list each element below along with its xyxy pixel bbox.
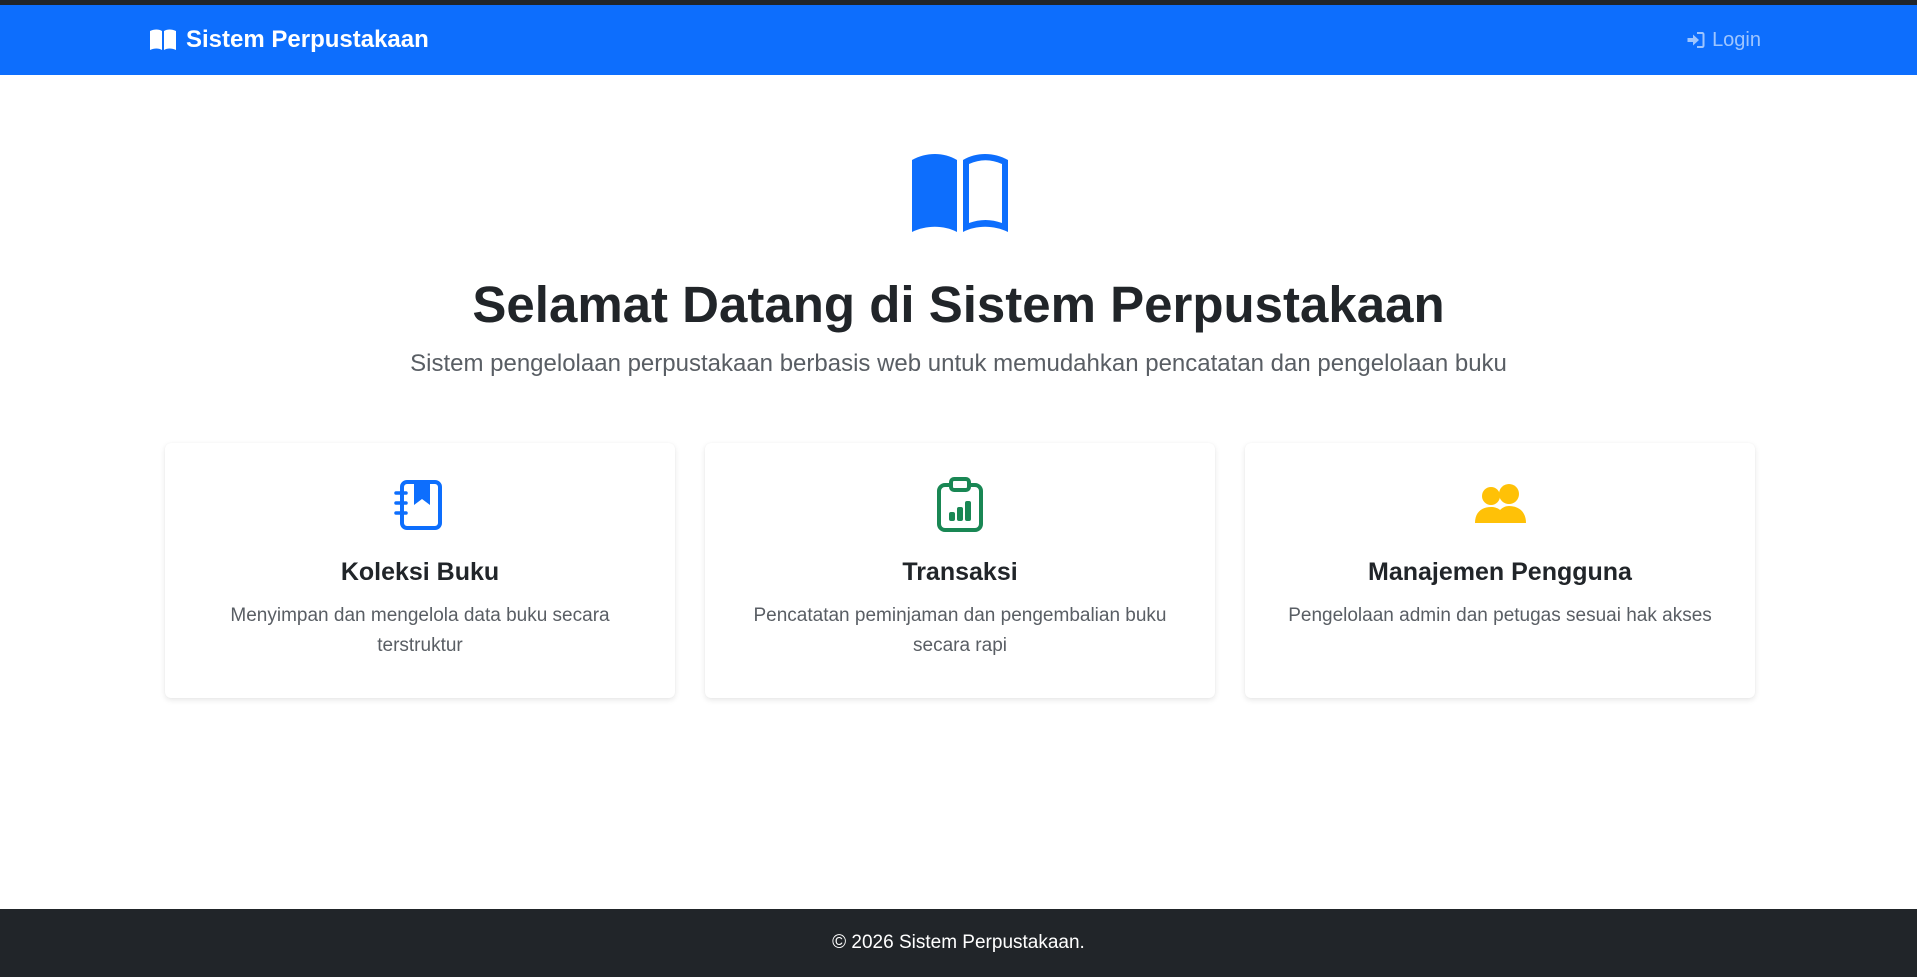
book-open-icon <box>150 29 176 50</box>
feature-description: Menyimpan dan mengelola data buku secara… <box>230 605 610 656</box>
feature-title: Manajemen Pengguna <box>1368 558 1632 586</box>
feature-title: Koleksi Buku <box>340 558 500 586</box>
feature-card-transaksi: Transaksi Pencatatan peminjaman dan peng… <box>705 443 1215 698</box>
navbar-brand[interactable]: Sistem Perpustakaan <box>149 5 429 75</box>
feature-card-koleksi-buku: Koleksi Buku Menyimpan dan mengelola dat… <box>165 443 675 698</box>
feature-description: Pencatatan peminjaman dan pengembalian b… <box>753 605 1167 656</box>
footer: © 2026 Sistem Perpustakaan. <box>0 909 1917 977</box>
feature-card-manajemen-pengguna: Manajemen Pengguna Pengelolaan admin dan… <box>1245 443 1755 698</box>
navbar: Sistem Perpustakaan Login <box>0 5 1917 75</box>
feature-title: Transaksi <box>902 558 1018 586</box>
people-icon <box>1475 484 1526 523</box>
feature-description: Pengelolaan admin dan petugas sesuai hak… <box>1288 605 1712 626</box>
brand-label: Sistem Perpustakaan <box>186 26 429 53</box>
clipboard-data-icon <box>937 477 983 532</box>
login-label: Login <box>1712 28 1761 51</box>
page-subtitle: Sistem pengelolaan perpustakaan berbasis… <box>410 350 1507 377</box>
book-open-icon <box>912 154 1008 232</box>
login-link[interactable]: Login <box>1686 5 1761 75</box>
sign-in-icon <box>1687 32 1705 48</box>
journal-bookmark-icon <box>394 480 442 530</box>
page-title: Selamat Datang di Sistem Perpustakaan <box>472 276 1445 333</box>
footer-copyright: © 2026 Sistem Perpustakaan. <box>832 932 1085 953</box>
